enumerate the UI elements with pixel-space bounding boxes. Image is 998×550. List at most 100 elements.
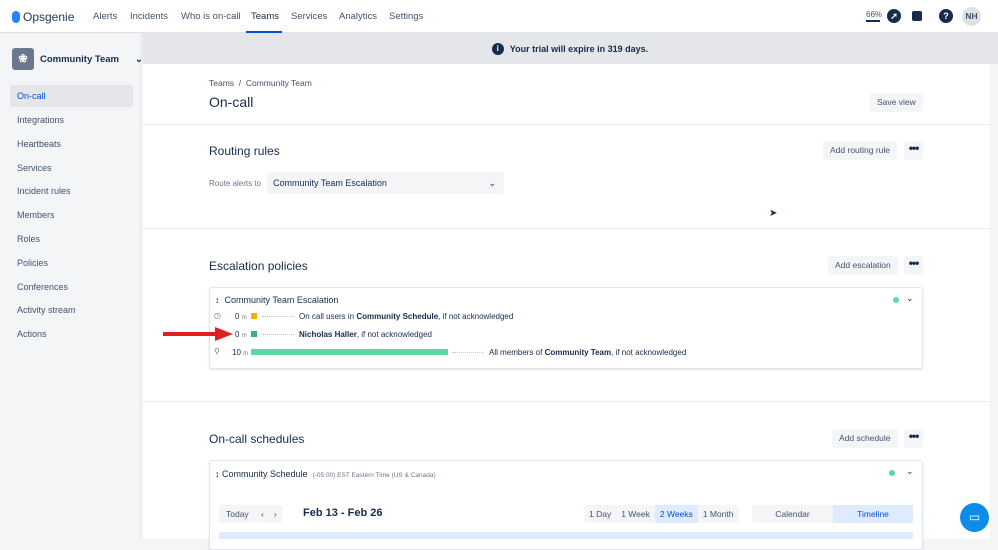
- add-schedule-button[interactable]: Add schedule: [832, 429, 898, 448]
- chevron-right-icon[interactable]: ›: [269, 505, 282, 523]
- clock-icon: ◷: [214, 311, 221, 320]
- nav-services[interactable]: Services: [291, 11, 327, 22]
- view-2-weeks[interactable]: 2 Weeks: [654, 505, 698, 523]
- status-dot: [889, 470, 895, 476]
- avatar[interactable]: NH: [962, 7, 981, 26]
- rule-text: On call users in Community Schedule, if …: [299, 312, 514, 321]
- mode-timeline[interactable]: Timeline: [833, 505, 913, 523]
- sidebar-item-services[interactable]: Services: [10, 157, 133, 179]
- route-value: Community Team Escalation: [273, 178, 387, 188]
- today-button[interactable]: Today: [219, 505, 256, 523]
- chat-icon[interactable]: ▭: [960, 503, 989, 532]
- rule-bar: [251, 331, 257, 337]
- sidebar-item-on-call[interactable]: On-call: [10, 85, 133, 107]
- schedule-name: Community Schedule: [222, 469, 308, 479]
- route-select[interactable]: Community Team Escalation ⌄: [267, 172, 504, 194]
- help-icon[interactable]: ?: [939, 9, 953, 23]
- breadcrumb: Teams / Community Team: [209, 78, 312, 88]
- delay-value: 10: [232, 348, 241, 357]
- mouse-cursor: ➤: [769, 208, 778, 219]
- nav-teams[interactable]: Teams: [251, 11, 279, 22]
- rule-delay: 10 m: [232, 348, 248, 357]
- sidebar-item-roles[interactable]: Roles: [10, 228, 133, 250]
- team-selector[interactable]: ❀ Community Team ⌄: [12, 48, 143, 70]
- delay-unit: m: [243, 351, 249, 357]
- sidebar-item-integrations[interactable]: Integrations: [10, 109, 133, 131]
- opsgenie-logo[interactable]: Opsgenie: [12, 10, 74, 24]
- date-range: Feb 13 - Feb 26: [303, 507, 383, 519]
- sidebar-item-activity-stream[interactable]: Activity stream: [10, 299, 133, 321]
- progress-bar: [866, 20, 880, 22]
- view-1-week[interactable]: 1 Week: [616, 505, 655, 523]
- chevron-left-icon[interactable]: ‹: [256, 505, 269, 523]
- info-icon: i: [491, 42, 504, 55]
- sidebar-item-heartbeats[interactable]: Heartbeats: [10, 133, 133, 155]
- rule-text: All members of Community Team, if not ac…: [489, 348, 687, 357]
- escalation-title: Escalation policies: [209, 259, 308, 273]
- schedule-header[interactable]: ↕ Community Schedule (-05:00) EST Easter…: [215, 469, 436, 479]
- compass-icon[interactable]: ➚: [887, 9, 901, 23]
- apps-icon[interactable]: [912, 11, 922, 21]
- scrollbar[interactable]: [990, 64, 998, 539]
- sidebar-item-conferences[interactable]: Conferences: [10, 276, 133, 298]
- red-arrow-annotation: [163, 327, 233, 341]
- add-routing-rule-button[interactable]: Add routing rule: [823, 141, 898, 160]
- escalation-more-icon[interactable]: •••: [904, 256, 923, 275]
- team-name: Community Team: [40, 53, 120, 65]
- trial-banner: i Your trial will expire in 319 days.: [142, 33, 998, 64]
- divider: [143, 124, 990, 125]
- rule-delay: 0 m: [235, 312, 247, 321]
- sidebar-item-members[interactable]: Members: [10, 204, 133, 226]
- escalation-header[interactable]: ↕ Community Team Escalation: [215, 295, 338, 305]
- delay-unit: m: [241, 315, 247, 321]
- nav-settings[interactable]: Settings: [389, 11, 423, 22]
- rule-text: Nicholas Haller, if not acknowledged: [299, 330, 432, 339]
- rule-bar: [251, 349, 448, 355]
- routing-more-icon[interactable]: •••: [904, 141, 923, 160]
- breadcrumb-team[interactable]: Community Team: [246, 78, 312, 88]
- nav-who-is-on-call[interactable]: Who is on-call: [181, 11, 241, 22]
- schedule-timezone: (-05:00) EST Eastern Time (US & Canada): [312, 472, 436, 479]
- top-nav: Opsgenie Alerts Incidents Who is on-call…: [0, 0, 998, 33]
- delay-value: 0: [235, 312, 240, 321]
- team-icon: ⚲: [214, 347, 220, 356]
- chevron-down-icon: ⌄: [488, 178, 496, 188]
- page-title: On-call: [209, 94, 254, 110]
- divider: [143, 228, 990, 229]
- reorder-icon: ↕: [215, 295, 220, 305]
- chevron-down-icon[interactable]: ⌄: [906, 466, 914, 477]
- reorder-icon: ↕: [215, 469, 220, 479]
- view-1-month[interactable]: 1 Month: [698, 505, 739, 523]
- divider: [143, 401, 990, 402]
- nav-alerts[interactable]: Alerts: [93, 11, 117, 22]
- nav-analytics[interactable]: Analytics: [339, 11, 377, 22]
- timeline-header: [219, 532, 913, 539]
- save-view-button[interactable]: Save view: [870, 93, 923, 112]
- brand-name: Opsgenie: [23, 10, 75, 24]
- progress-indicator[interactable]: 66%: [866, 10, 882, 22]
- rule-delay: 0 m: [235, 330, 247, 339]
- sidebar-item-policies[interactable]: Policies: [10, 252, 133, 274]
- schedules-more-icon[interactable]: •••: [904, 429, 923, 448]
- policy-name: Community Team Escalation: [224, 295, 339, 305]
- chevron-down-icon[interactable]: ⌄: [906, 293, 914, 304]
- connector-line: [262, 334, 294, 335]
- progress-text: 66%: [866, 10, 883, 19]
- route-label: Route alerts to: [209, 179, 262, 188]
- logo-icon: [12, 11, 20, 23]
- delay-value: 0: [235, 330, 240, 339]
- mode-calendar[interactable]: Calendar: [752, 505, 833, 523]
- connector-line: [452, 352, 484, 353]
- view-1-day[interactable]: 1 Day: [584, 505, 616, 523]
- nav-incidents[interactable]: Incidents: [130, 11, 168, 22]
- banner-text: Your trial will expire in 319 days.: [509, 43, 649, 54]
- team-avatar-icon: ❀: [12, 48, 34, 70]
- schedules-title: On-call schedules: [209, 432, 305, 446]
- sidebar-item-actions[interactable]: Actions: [10, 323, 133, 345]
- connector-line: [262, 316, 294, 317]
- sidebar-item-incident-rules[interactable]: Incident rules: [10, 180, 133, 202]
- date-nav: ‹ ›: [256, 505, 282, 523]
- breadcrumb-teams[interactable]: Teams: [209, 78, 234, 88]
- add-escalation-button[interactable]: Add escalation: [828, 256, 898, 275]
- routing-rules-title: Routing rules: [209, 144, 280, 158]
